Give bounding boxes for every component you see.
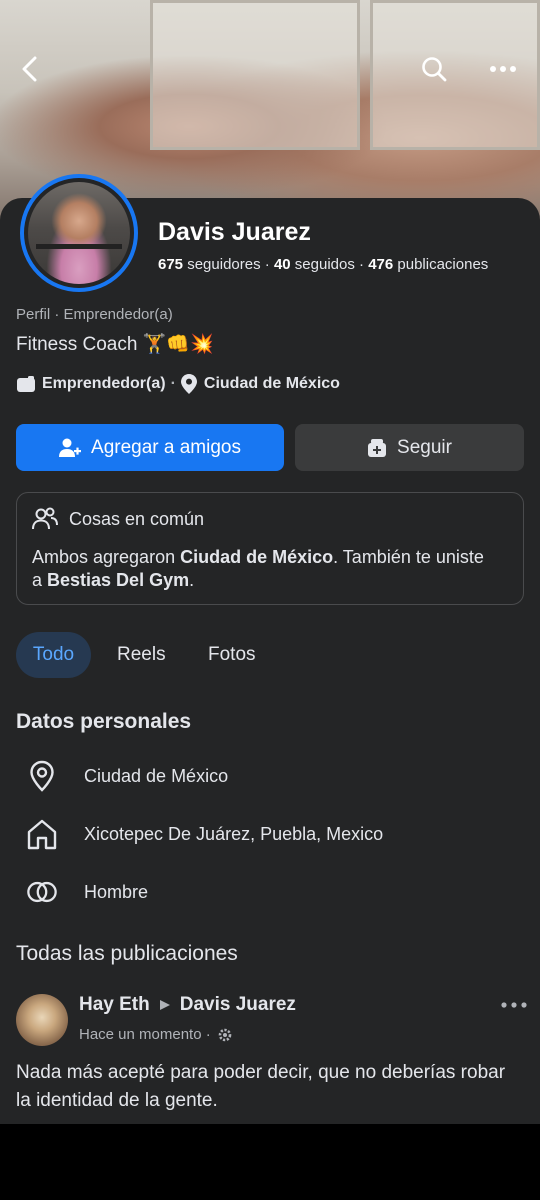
post-meta: Hace un momento ·	[79, 1026, 233, 1043]
post-author-avatar[interactable]	[16, 994, 68, 1046]
search-icon	[422, 57, 447, 82]
tab-todo[interactable]: Todo	[16, 632, 91, 678]
section-title-posts: Todas las publicaciones	[16, 942, 238, 965]
add-friend-label: Agregar a amigos	[91, 436, 241, 458]
tab-reels[interactable]: Reels	[117, 632, 166, 678]
more-dots-icon	[501, 1002, 527, 1008]
search-button[interactable]	[412, 47, 456, 91]
following-count[interactable]: 40	[274, 256, 291, 273]
post-header: Hay Eth Davis Juarez	[79, 994, 296, 1016]
post-text: Nada más acepté para poder decir, que no…	[16, 1062, 506, 1111]
followers-count[interactable]: 675	[158, 256, 183, 273]
people-icon	[32, 507, 58, 530]
post-timestamp[interactable]: Hace un momento ·	[79, 1026, 211, 1043]
mutual-text-part: . También te uniste	[333, 547, 484, 567]
briefcase-icon	[17, 376, 35, 392]
mutual-text-part: a	[32, 570, 48, 590]
home-icon	[26, 818, 58, 850]
add-friend-icon	[59, 438, 82, 457]
tab-fotos[interactable]: Fotos	[208, 632, 256, 678]
posts-count[interactable]: 476	[368, 256, 393, 273]
chevron-left-icon	[22, 56, 37, 82]
details-separator: ·	[170, 375, 176, 392]
back-button[interactable]	[8, 47, 52, 91]
mutual-info-card[interactable]: Cosas en común Ambos agregaron Ciudad de…	[16, 492, 524, 605]
avatar-photo	[28, 182, 130, 284]
triangle-right-icon	[159, 1000, 170, 1010]
bottom-bar	[0, 1124, 540, 1200]
mutual-location-link[interactable]: Ciudad de México	[180, 547, 333, 567]
personal-item-label: Xicotepec De Juárez, Puebla, Mexico	[84, 823, 384, 844]
mutual-info-header: Cosas en común	[32, 507, 204, 531]
profile-details-line: Emprendedor(a) · Ciudad de México	[16, 374, 340, 394]
stats-separator: ·	[264, 256, 274, 273]
gender-rings-icon	[26, 876, 58, 908]
personal-item-label: Ciudad de México	[84, 765, 229, 786]
section-title-personal: Datos personales	[16, 710, 192, 733]
posts-label[interactable]: publicaciones	[397, 256, 488, 273]
followers-label[interactable]: seguidores	[187, 256, 260, 273]
post-options-button[interactable]	[496, 998, 532, 1012]
tab-label: Todo	[32, 644, 75, 665]
mutual-text-part: Ambos agregaron	[32, 547, 181, 567]
tab-label: Fotos	[208, 644, 256, 665]
profile-name: Davis Juarez	[158, 218, 311, 246]
post-author-name[interactable]: Hay Eth	[79, 994, 150, 1016]
post-target-name[interactable]: Davis Juarez	[180, 994, 296, 1016]
personal-item-label: Hombre	[84, 881, 149, 902]
personal-item-hometown[interactable]: Xicotepec De Juárez, Puebla, Mexico	[26, 818, 383, 850]
more-options-button[interactable]	[481, 47, 525, 91]
add-friend-button[interactable]: Agregar a amigos	[16, 424, 284, 471]
follow-button[interactable]: Seguir	[295, 424, 524, 471]
mutual-group-link[interactable]: Bestias Del Gym	[47, 570, 189, 590]
profile-stats: 675 seguidores · 40 seguidos · 476 publi…	[158, 256, 488, 273]
cover-ceiling-tile	[150, 0, 360, 150]
follow-icon	[368, 438, 387, 457]
mutual-info-text: Ambos agregaron Ciudad de México. Tambié…	[32, 546, 484, 592]
location-pin-icon	[180, 374, 197, 394]
profile-category: Perfil · Emprendedor(a)	[16, 306, 173, 323]
stats-separator: ·	[359, 256, 369, 273]
personal-item-gender[interactable]: Hombre	[26, 876, 148, 908]
mutual-info-title: Cosas en común	[69, 508, 205, 529]
tab-label: Reels	[117, 644, 166, 665]
mutual-text-part: .	[189, 570, 195, 590]
more-dots-icon	[490, 66, 516, 72]
occupation-text: Emprendedor(a)	[42, 375, 166, 392]
location-pin-icon	[26, 760, 58, 792]
profile-bio: Fitness Coach 🏋️👊💥	[16, 334, 214, 355]
location-text: Ciudad de México	[203, 375, 340, 392]
following-label[interactable]: seguidos	[295, 256, 355, 273]
personal-item-location[interactable]: Ciudad de México	[26, 760, 228, 792]
privacy-gear-icon	[218, 1028, 232, 1041]
follow-label: Seguir	[397, 436, 452, 458]
profile-avatar[interactable]	[20, 174, 138, 292]
